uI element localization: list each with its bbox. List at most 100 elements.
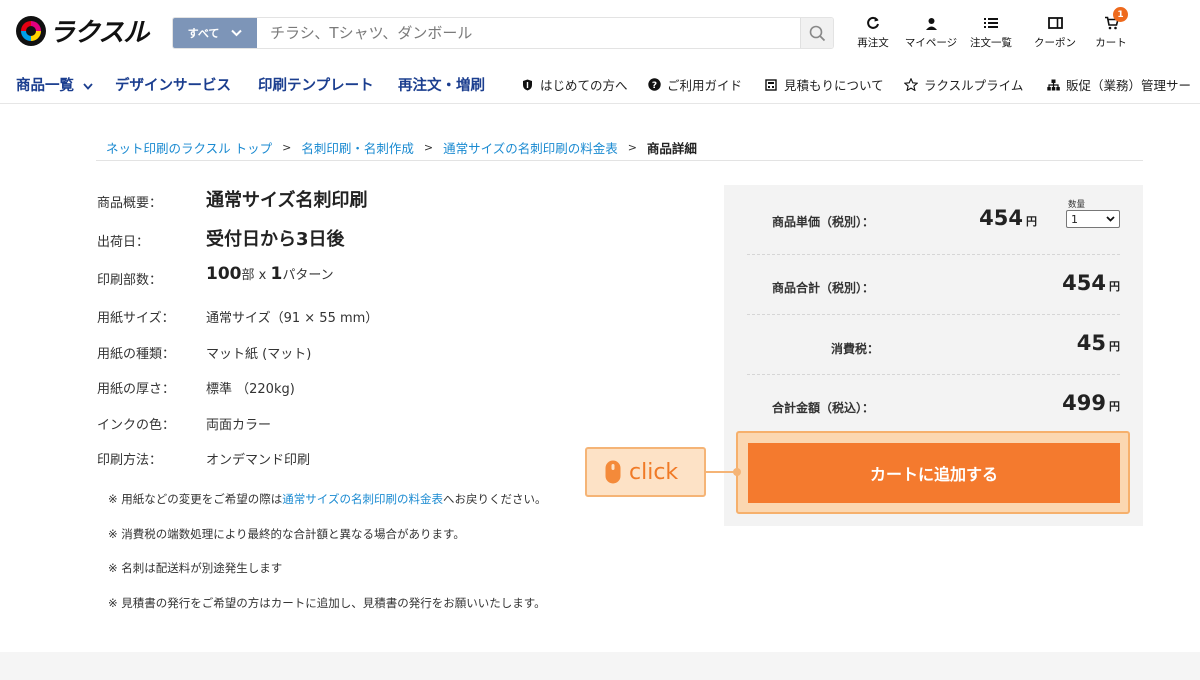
breadcrumb-category[interactable]: 名刺印刷・名刺作成 (301, 138, 414, 157)
nav-products[interactable]: 商品一覧 (16, 74, 93, 95)
nav-promo-management[interactable]: 販促（業務）管理サー (1046, 75, 1191, 94)
note-shipping: ※ 名刺は配送料が別途発生します (108, 561, 283, 575)
mypage-nav[interactable]: マイページ (901, 14, 961, 50)
ink-label: インクの色： (97, 418, 176, 433)
coupons-label: クーポン (1034, 37, 1076, 49)
subtotal-row: 商品合計（税別）： 454 円 (747, 268, 1120, 298)
org-chart-icon (1046, 78, 1060, 92)
logo-mark-icon (16, 15, 46, 46)
cart-label: カート (1095, 37, 1127, 49)
unit-price-label: 商品単価（税別）： (772, 215, 875, 229)
nav-estimate[interactable]: 見積もりについて (764, 75, 884, 94)
copies-number: 100 (206, 264, 242, 284)
paper-type-label: 用紙の種類： (97, 347, 176, 362)
tax-row: 消費税： 45 円 (747, 328, 1120, 358)
note-1-suffix: へお戻りください。 (442, 492, 547, 506)
add-to-cart-button[interactable]: カートに追加する (748, 443, 1120, 503)
tax-value: 45 円 (1077, 331, 1120, 355)
cart-nav[interactable]: 1 カート (1081, 7, 1141, 50)
subtotal-yen: 円 (1109, 280, 1120, 293)
coupons-nav[interactable]: クーポン (1025, 14, 1085, 50)
unit-price-amount: 454 (979, 206, 1023, 230)
nav-beginners-label: はじめての方へ (540, 78, 628, 93)
breadcrumb-separator: > (282, 141, 292, 154)
footer-band (0, 652, 1200, 680)
total-label: 合計金額（税込）： (772, 401, 875, 415)
search-icon (809, 25, 825, 41)
nav-guide[interactable]: ? ご利用ガイド (647, 75, 742, 94)
total-amount: 499 (1062, 391, 1106, 415)
copies-unit: 部 x (241, 268, 271, 283)
search-input[interactable] (257, 18, 800, 48)
reorder-nav[interactable]: 再注文 (843, 14, 903, 50)
breadcrumb-divider (96, 160, 1143, 161)
subtotal-label: 商品合計（税別）： (772, 281, 875, 295)
coupon-icon (1047, 14, 1063, 32)
nav-prime[interactable]: ラクスルプライム (904, 75, 1023, 94)
print-method-label: 印刷方法： (97, 453, 163, 468)
nav-design-service[interactable]: デザインサービス (115, 74, 231, 95)
nav-promo-management-label: 販促（業務）管理サー (1066, 78, 1192, 93)
paper-size-label: 用紙サイズ： (97, 311, 175, 326)
subtotal-value: 454 円 (1062, 271, 1120, 295)
chevron-down-icon (1106, 216, 1115, 222)
paper-type-value: マット紙 (マット) (206, 347, 312, 362)
patterns-number: 1 (270, 264, 283, 284)
star-icon (904, 78, 918, 92)
nav-print-templates[interactable]: 印刷テンプレート (258, 74, 374, 95)
search-category-label: すべて (187, 27, 220, 40)
summary-value: 通常サイズ名刺印刷 (206, 190, 368, 211)
refresh-icon (866, 14, 880, 32)
total-row: 合計金額（税込）： 499 円 (747, 388, 1120, 418)
ink-value: 両面カラー (206, 418, 272, 433)
breadcrumb-separator: > (627, 141, 637, 154)
quantity-caption: 数量 (1068, 200, 1086, 210)
user-icon (925, 14, 938, 32)
calculator-icon (764, 78, 778, 92)
tax-yen: 円 (1109, 340, 1120, 353)
nav-estimate-label: 見積もりについて (784, 78, 884, 93)
shield-icon (520, 78, 534, 92)
copies-label: 印刷部数： (97, 273, 163, 288)
search-button[interactable] (800, 18, 833, 48)
ship-date-value: 受付日から3日後 (206, 229, 345, 250)
click-annotation: click (585, 447, 706, 497)
logo-text: ラクスル (49, 18, 149, 48)
quantity-selected-value: 1 (1071, 212, 1078, 226)
price-divider (747, 254, 1120, 255)
chevron-down-icon (83, 83, 93, 90)
copies-value: 100部 x 1パターン (206, 264, 334, 284)
nav-reorder-reprint[interactable]: 再注文・増刷 (398, 74, 485, 95)
patterns-unit: パターン (282, 268, 334, 283)
pricing-table-link[interactable]: 通常サイズの名刺印刷の料金表 (282, 492, 443, 506)
breadcrumb-top[interactable]: ネット印刷のラクスル トップ (106, 138, 272, 157)
cart-count-badge: 1 (1113, 7, 1128, 22)
subtotal-amount: 454 (1062, 271, 1106, 295)
tax-amount: 45 (1076, 331, 1106, 355)
total-value: 499 円 (1062, 391, 1120, 415)
total-yen: 円 (1109, 400, 1120, 413)
category-nav: 商品一覧 デザインサービス 印刷テンプレート 再注文・増刷 はじめての方へ ? … (0, 66, 1200, 104)
summary-label: 商品概要： (97, 196, 163, 211)
quantity-control: 数量 1 (1066, 200, 1120, 228)
quantity-select[interactable]: 1 (1066, 210, 1120, 228)
nav-guide-label: ご利用ガイド (667, 78, 743, 93)
orders-nav[interactable]: 注文一覧 (961, 14, 1021, 50)
breadcrumb-pricing[interactable]: 通常サイズの名刺印刷の料金表 (443, 138, 618, 157)
print-method-value: オンデマンド印刷 (206, 453, 311, 468)
unit-price-value: 454 円 (979, 206, 1037, 230)
note-change-paper: ※ 用紙などの変更をご希望の際は通常サイズの名刺印刷の料金表へお戻りください。 (108, 491, 546, 507)
site-logo[interactable]: ラクスル (16, 12, 149, 49)
mypage-label: マイページ (904, 37, 958, 49)
breadcrumb-current: 商品詳細 (646, 141, 697, 156)
tax-label: 消費税： (831, 342, 880, 356)
help-icon: ? (647, 78, 661, 92)
breadcrumb-separator: > (423, 141, 434, 154)
note-1-prefix: ※ 用紙などの変更をご希望の際は (108, 492, 283, 506)
list-icon (984, 14, 998, 32)
ship-date-label: 出荷日： (97, 235, 150, 250)
nav-beginners[interactable]: はじめての方へ (520, 75, 628, 94)
search-category-select[interactable]: すべて (173, 18, 257, 48)
orders-label: 注文一覧 (970, 37, 1012, 49)
mouse-icon (605, 460, 621, 484)
